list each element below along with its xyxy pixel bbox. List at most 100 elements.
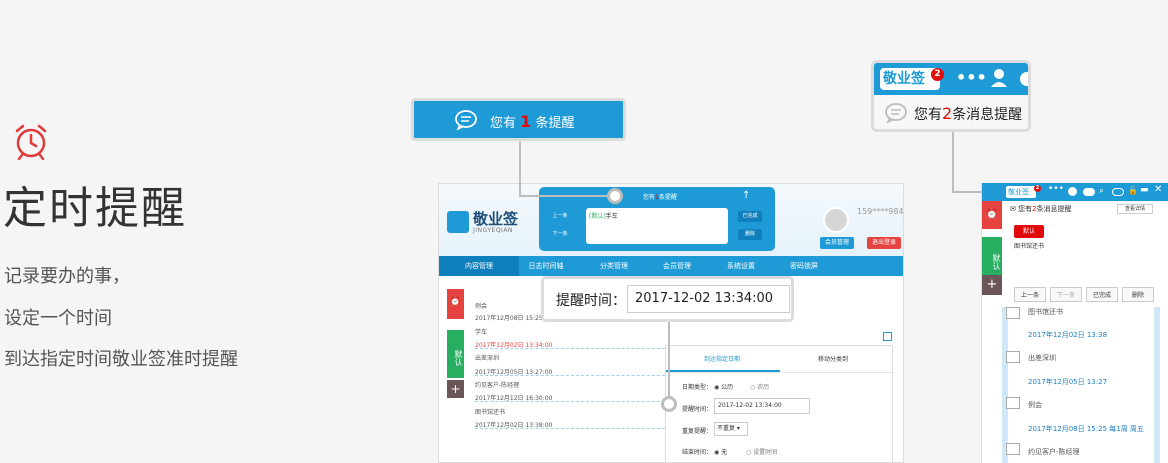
arrow-up-icon[interactable]: ↑ bbox=[742, 190, 750, 201]
radio-end-none[interactable]: ◉ 无 bbox=[714, 447, 727, 456]
side-prev-button[interactable]: 上一条 bbox=[1014, 287, 1046, 302]
side-list-item[interactable]: 图书馆还书 bbox=[1028, 307, 1063, 317]
list-item[interactable]: 例会 bbox=[475, 301, 487, 310]
intro-line-3: 到达指定时间敬业签准时提醒 bbox=[4, 349, 238, 370]
tab-due-date[interactable]: 到达指定日期 bbox=[704, 354, 740, 363]
logout-button[interactable]: 退出登录 bbox=[867, 237, 901, 249]
add-tab-icon[interactable]: + bbox=[447, 380, 464, 398]
popup-delete-button[interactable]: 删除 bbox=[738, 229, 762, 240]
close-icon[interactable]: ✕ bbox=[1154, 184, 1162, 195]
popup-next-button[interactable]: 下一条 bbox=[548, 229, 572, 240]
cloud-icon[interactable] bbox=[1083, 188, 1095, 196]
avatar[interactable] bbox=[823, 207, 849, 233]
connector-line bbox=[952, 132, 954, 192]
app-logo: 敬业签 bbox=[473, 210, 519, 228]
calendar-icon[interactable] bbox=[883, 332, 892, 341]
side-msg-suffix: 条消息提醒 bbox=[1036, 205, 1072, 213]
cloud-icon[interactable] bbox=[1020, 72, 1028, 86]
app-screenshot: 敬业签 JINGYEQIAN 159****9845 会员管理 退出登录 您有1… bbox=[438, 183, 904, 463]
side-app: 敬业签 2 ••• ⌕ 🔓 ▬ ✕ ⏰ ✉ 您有2条消息提醒 查看详情 默认 图… bbox=[981, 183, 1168, 463]
more-icon[interactable]: ••• bbox=[956, 68, 987, 87]
nav-category[interactable]: 分类管理 bbox=[579, 256, 649, 276]
connector-dot bbox=[661, 396, 677, 412]
more-icon[interactable]: ••• bbox=[1048, 184, 1064, 194]
remind-time-input[interactable]: 2017-12-02 13:34:00 bbox=[714, 398, 810, 414]
checkbox[interactable] bbox=[1006, 351, 1020, 363]
side-delete-button[interactable]: 删除 bbox=[1122, 287, 1154, 302]
time-callout-value[interactable]: 2017-12-02 13:34:00 bbox=[627, 285, 790, 313]
list-item[interactable]: 约见客户-陈经理 bbox=[475, 380, 519, 389]
search-icon[interactable]: ⌕ bbox=[1099, 186, 1104, 196]
nav-lock[interactable]: 密码锁屏 bbox=[769, 256, 839, 276]
checkbox[interactable] bbox=[1006, 307, 1020, 319]
user-phone: 159****9845 bbox=[857, 207, 904, 216]
list-item[interactable]: 图书馆还书 bbox=[475, 407, 505, 416]
intro-line-1: 记录要办的事， bbox=[4, 266, 130, 287]
remind-time-label: 提醒时间： bbox=[682, 406, 713, 413]
intro-line-2: 设定一个时间 bbox=[4, 308, 112, 329]
side-list-date: 2017年12月05日 13:27 bbox=[1028, 378, 1108, 386]
popup-content: [默认]手车 bbox=[586, 208, 728, 244]
side-content: 图书馆还书 bbox=[1014, 243, 1045, 250]
popup-done-button[interactable]: 已完成 bbox=[738, 211, 762, 222]
nav-member[interactable]: 会员管理 bbox=[642, 256, 712, 276]
timeline-bar bbox=[1002, 307, 1008, 463]
end-time-label: 结束时间： bbox=[682, 449, 713, 456]
page-title: 定时提醒 bbox=[3, 183, 187, 234]
radio-solar[interactable]: ◉ 公历 bbox=[714, 382, 733, 391]
nav-timeline[interactable]: 日志时间轴 bbox=[511, 256, 581, 276]
view-detail-button[interactable]: 查看详情 bbox=[1117, 204, 1153, 214]
side-list-item[interactable]: 约见客户-陈经理 bbox=[1028, 447, 1080, 457]
side-list-item[interactable]: 例会 bbox=[1028, 400, 1042, 410]
repeat-value: 不重复 bbox=[717, 425, 736, 432]
divider bbox=[475, 428, 675, 429]
connector-line bbox=[668, 322, 670, 398]
messages-suffix: 条消息提醒 bbox=[952, 107, 1023, 123]
side-next-button[interactable]: 下一条 bbox=[1050, 287, 1082, 302]
popup-prev-button[interactable]: 上一条 bbox=[548, 211, 572, 222]
connector-dot bbox=[607, 188, 623, 204]
list-item[interactable]: 学车 bbox=[475, 327, 487, 336]
side-alarm-tab[interactable]: ⏰ bbox=[982, 201, 1002, 229]
user-icon[interactable] bbox=[1068, 187, 1077, 196]
alarm-clock-icon bbox=[15, 124, 47, 160]
member-manage-button[interactable]: 会员管理 bbox=[820, 237, 854, 249]
side-list-date: 2017年12月08日 15:25 每1周 周五 bbox=[1028, 425, 1144, 433]
side-list-item[interactable]: 出差深圳 bbox=[1028, 353, 1056, 363]
radio-lunar[interactable]: ○ 农历 bbox=[750, 382, 769, 391]
divider bbox=[475, 401, 675, 402]
side-default-tab[interactable]: 默认 bbox=[447, 330, 464, 378]
tab-move-category[interactable]: 移动分类到 bbox=[818, 354, 848, 363]
chat-bubble-icon bbox=[455, 110, 477, 130]
repeat-select[interactable]: 不重复 ▾ bbox=[714, 422, 748, 436]
checkbox[interactable] bbox=[1006, 443, 1020, 455]
minimize-icon[interactable]: ▬ bbox=[1140, 185, 1149, 195]
side-done-button[interactable]: 已完成 bbox=[1086, 287, 1118, 302]
app-header: 敬业签 JINGYEQIAN 159****9845 会员管理 退出登录 您有1… bbox=[439, 184, 904, 256]
scrollbar[interactable] bbox=[1154, 307, 1160, 463]
popup-tag: [默认] bbox=[589, 213, 606, 220]
popup-title-suffix: 条提醒 bbox=[658, 194, 677, 201]
main-nav: 内容管理 日志时间轴 分类管理 会员管理 系统设置 密码锁屏 bbox=[439, 256, 903, 276]
messages-count: 2 bbox=[942, 104, 953, 123]
radio-solar-label: 公历 bbox=[721, 384, 734, 391]
checkbox[interactable] bbox=[1006, 397, 1020, 409]
list-item[interactable]: 出差深圳 bbox=[475, 353, 499, 362]
side-app-header: 敬业签 2 ••• ⌕ 🔓 ▬ ✕ bbox=[982, 183, 1168, 201]
message-badge: 2 bbox=[931, 68, 944, 81]
side-alarm-tab[interactable]: ⏰ bbox=[447, 289, 464, 319]
connector-line bbox=[519, 195, 609, 197]
divider bbox=[475, 348, 675, 349]
date-type-label: 日期类型： bbox=[682, 384, 713, 391]
side-badge: 2 bbox=[1034, 185, 1041, 192]
lock-icon[interactable]: 🔓 bbox=[1128, 186, 1138, 195]
toggle-icon[interactable] bbox=[1112, 188, 1124, 196]
messages-prefix: 您有 bbox=[914, 107, 942, 123]
user-icon[interactable] bbox=[990, 68, 1008, 88]
add-tab-icon[interactable]: + bbox=[982, 275, 1002, 295]
side-msg-prefix: 您有 bbox=[1018, 205, 1033, 213]
radio-end-set[interactable]: ○ 设置时间 bbox=[746, 447, 777, 456]
messages-callout: 敬业签 2 ••• 您有2条消息提醒 bbox=[871, 60, 1031, 132]
nav-content[interactable]: 内容管理 bbox=[439, 256, 519, 276]
nav-settings[interactable]: 系统设置 bbox=[706, 256, 776, 276]
